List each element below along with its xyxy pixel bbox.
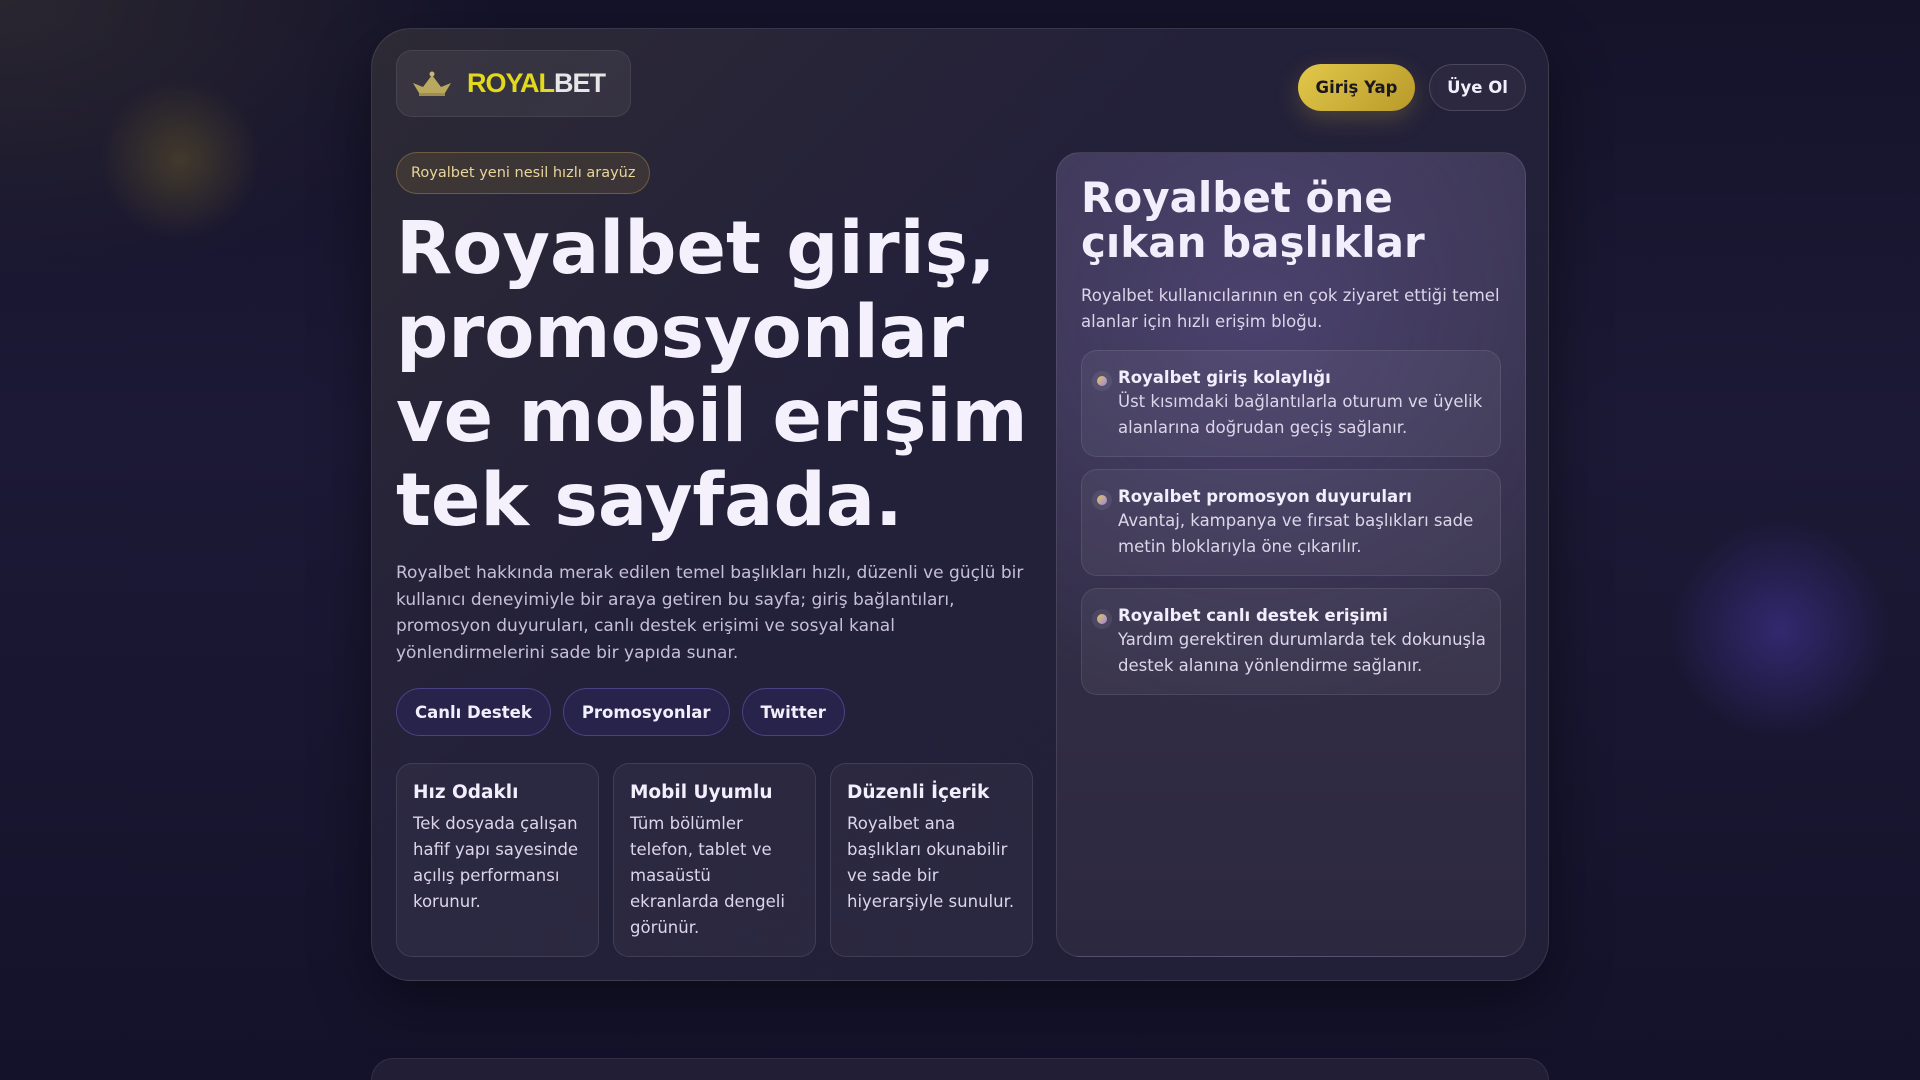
- highlight-item: Royalbet promosyon duyuruları Avantaj, ka…: [1081, 469, 1501, 576]
- promotions-link[interactable]: Promosyonlar: [562, 688, 730, 736]
- crown-icon: [413, 71, 451, 96]
- logo-text-royal: ROYAL: [467, 68, 555, 98]
- bullet-icon: [1092, 609, 1112, 629]
- bullet-icon: [1092, 371, 1112, 391]
- quick-links: Canlı Destek Promosyonlar Twitter: [396, 688, 845, 736]
- highlight-title: Royalbet canlı destek erişimi: [1118, 606, 1388, 625]
- highlight-text: Yardım gerektiren durumlarda tek dokunuş…: [1118, 630, 1486, 675]
- hero-panel: ROYALBET Giriş Yap Üye Ol Royalbet yeni …: [371, 28, 1549, 981]
- highlight-item: Royalbet canlı destek erişimi Yardım gere…: [1081, 588, 1501, 695]
- hero-badge: Royalbet yeni nesil hızlı arayüz: [396, 152, 651, 194]
- highlight-title: Royalbet promosyon duyuruları: [1118, 487, 1412, 506]
- hero-title: Royalbet giriş, promosyonlar ve mobil er…: [396, 206, 1028, 543]
- feature-card: Hız Odaklı Tek dosyada çalışan hafif yapı…: [396, 763, 599, 957]
- logo-text-bet: BET: [554, 68, 606, 98]
- login-button[interactable]: Giriş Yap: [1298, 64, 1415, 111]
- highlights-panel: Royalbet öne çıkan başlıklar Royalbet ku…: [1056, 152, 1526, 957]
- register-button[interactable]: Üye Ol: [1429, 64, 1526, 111]
- feature-card: Mobil Uyumlu Tüm bölümler telefon, tablet…: [613, 763, 816, 957]
- highlight-title: Royalbet giriş kolaylığı: [1118, 368, 1331, 387]
- feature-text: Tüm bölümler telefon, tablet ve masaüstü…: [630, 814, 785, 937]
- highlight-text: Üst kısımdaki bağlantılarla oturum ve üy…: [1118, 392, 1483, 437]
- highlights-intro: Royalbet kullanıcılarının en çok ziyaret…: [1081, 286, 1500, 331]
- feature-cards: Hız Odaklı Tek dosyada çalışan hafif yapı…: [396, 763, 1033, 957]
- logo[interactable]: ROYALBET: [396, 50, 631, 117]
- highlight-text: Avantaj, kampanya ve fırsat başlıkları s…: [1118, 511, 1474, 556]
- hero-description: Royalbet hakkında merak edilen temel baş…: [396, 563, 1024, 663]
- feature-text: Tek dosyada çalışan hafif yapı sayesinde…: [413, 814, 579, 911]
- feature-title: Düzenli İçerik: [847, 782, 990, 803]
- next-section-panel: [371, 1058, 1549, 1080]
- bullet-icon: [1092, 490, 1112, 510]
- feature-text: Royalbet ana başlıkları okunabilir ve sa…: [847, 814, 1015, 911]
- highlight-item: Royalbet giriş kolaylığı Üst kısımdaki ba…: [1081, 350, 1501, 457]
- feature-card: Düzenli İçerik Royalbet ana başlıkları ok…: [830, 763, 1033, 957]
- twitter-link[interactable]: Twitter: [741, 688, 845, 736]
- highlights-title: Royalbet öne çıkan başlıklar: [1081, 173, 1425, 267]
- logo-text: ROYALBET: [467, 68, 606, 99]
- feature-title: Hız Odaklı: [413, 782, 519, 803]
- live-support-link[interactable]: Canlı Destek: [396, 688, 551, 736]
- feature-title: Mobil Uyumlu: [630, 782, 773, 803]
